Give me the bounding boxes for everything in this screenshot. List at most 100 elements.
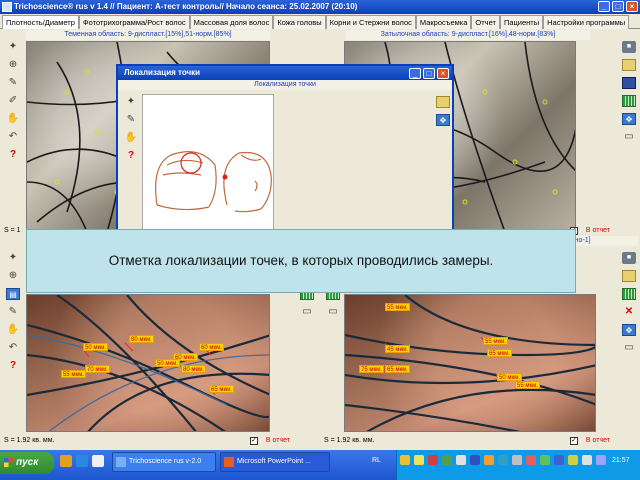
start-label: пуск — [16, 457, 39, 468]
hair-photo[interactable]: 80 мкм. 50 мкм. 60 мкм. 60 мкм. 50 мкм. … — [26, 294, 270, 432]
resize-icon[interactable]: ✥ — [436, 114, 450, 126]
folder-icon[interactable] — [622, 270, 636, 282]
tray-icon[interactable] — [484, 455, 494, 465]
crosshair-icon[interactable]: ⊕ — [6, 59, 20, 71]
hand-icon[interactable]: ✋ — [124, 132, 138, 144]
maximize-button[interactable]: □ — [612, 1, 624, 12]
disk-icon[interactable] — [622, 77, 636, 89]
tab-roots-shafts[interactable]: Корни и Стержни волос — [325, 15, 416, 29]
start-button[interactable]: пуск — [0, 452, 54, 474]
tab-phototrichogram[interactable]: Фототрихограмма/Рост волос — [78, 15, 190, 29]
tab-density-diameter[interactable]: Плотность/Диаметр — [2, 15, 79, 29]
measure-label: 65 мкм. — [209, 385, 234, 393]
tray-icon[interactable] — [512, 455, 522, 465]
quicklaunch-icon[interactable] — [76, 455, 88, 467]
close-button[interactable]: × — [626, 1, 638, 12]
tray-icon[interactable] — [498, 455, 508, 465]
resize-icon[interactable]: ✥ — [622, 113, 636, 125]
task-powerpoint[interactable]: Microsoft PowerPoint ... — [220, 452, 330, 472]
dialog-subtitle: Локализация точки — [118, 80, 452, 90]
windows-flag-icon — [4, 458, 13, 467]
report-checkbox[interactable]: ✓ — [250, 437, 258, 445]
hand-icon[interactable]: ✋ — [6, 324, 20, 336]
hand-icon[interactable]: ✋ — [6, 113, 20, 125]
quicklaunch-icon[interactable] — [60, 455, 72, 467]
measure-label: 45 мкм. — [385, 345, 410, 353]
measure-label: 80 мкм. — [129, 335, 154, 343]
tray-icon[interactable] — [526, 455, 536, 465]
caption-overlay: Отметка локализации точек, в которых про… — [26, 229, 576, 293]
screen-icon[interactable]: ▭ — [300, 306, 314, 318]
tab-macro[interactable]: Макросъемка — [415, 15, 472, 29]
folder-icon[interactable] — [436, 96, 450, 108]
dialog-maximize-button[interactable]: □ — [423, 68, 435, 79]
tray-icon[interactable] — [554, 455, 564, 465]
dialog-close-button[interactable]: × — [437, 68, 449, 79]
layers-icon[interactable]: ▤ — [6, 288, 20, 300]
wand-icon[interactable]: ✦ — [124, 96, 138, 108]
head-diagram[interactable] — [142, 94, 274, 232]
tab-hair-mass[interactable]: Массовая доля волос — [189, 15, 274, 29]
speaker-icon[interactable] — [582, 455, 592, 465]
undo-icon[interactable]: ↶ — [6, 342, 20, 354]
panel-header: Теменная область: 9-диспласт.[15%],51-но… — [26, 30, 270, 40]
pen-icon[interactable]: ✎ — [6, 306, 20, 318]
camera-icon[interactable]: ■ — [622, 252, 636, 264]
grid-icon[interactable] — [622, 95, 636, 107]
powerpoint-icon — [224, 457, 234, 467]
network-icon[interactable] — [596, 455, 606, 465]
tab-report[interactable]: Отчет — [471, 15, 500, 29]
camera-icon[interactable]: ■ — [622, 41, 636, 53]
tray-icon[interactable] — [400, 455, 410, 465]
panel-header: жно-1] — [570, 236, 638, 246]
grid-icon[interactable] — [622, 288, 636, 300]
screen-icon[interactable]: ▭ — [622, 342, 636, 354]
undo-icon[interactable]: ↶ — [6, 131, 20, 143]
area-readout: S = 1.92 кв. мм. — [324, 437, 375, 444]
report-label: В отчет — [585, 437, 610, 444]
tray-icon[interactable] — [428, 455, 438, 465]
question-icon[interactable]: ? — [124, 150, 138, 162]
tray-icon[interactable] — [442, 455, 452, 465]
screen-icon[interactable]: ▭ — [326, 306, 340, 318]
measure-label: 80 мкм. — [181, 365, 206, 373]
resize-icon[interactable]: ✥ — [622, 324, 636, 336]
measure-label: 60 мкм. — [199, 343, 224, 351]
measure-label: 55 мкм. — [61, 370, 86, 378]
screen-icon[interactable]: ▭ — [622, 131, 636, 143]
dialog-minimize-button[interactable]: _ — [409, 68, 421, 79]
language-indicator[interactable]: RL — [372, 457, 381, 464]
task-trichoscience[interactable]: Trichoscience rus v-2.0 — [112, 452, 216, 472]
tab-patients[interactable]: Пациенты — [499, 15, 544, 29]
measure-label: 70 мкм. — [85, 365, 110, 373]
hair-photo[interactable]: 55 мкм. 45 мкм. 55 мкм. 65 мкм. 75 мкм. … — [344, 294, 596, 432]
minimize-button[interactable]: _ — [598, 1, 610, 12]
measure-label: 55 мкм. — [385, 303, 410, 311]
report-checkbox[interactable]: ✓ — [570, 437, 578, 445]
pen-icon[interactable]: ✎ — [6, 77, 20, 89]
crosshair-icon[interactable]: ⊕ — [6, 270, 20, 282]
tray-icon[interactable] — [568, 455, 578, 465]
measure-label: 75 мкм. — [359, 365, 384, 373]
question-icon[interactable]: ? — [6, 149, 20, 161]
tray-icon[interactable] — [456, 455, 466, 465]
tab-strip: Плотность/Диаметр Фототрихограмма/Рост в… — [0, 14, 640, 29]
tab-scalp[interactable]: Кожа головы — [273, 15, 326, 29]
report-label: В отчет — [585, 227, 610, 234]
pen-alt-icon[interactable]: ✐ — [6, 95, 20, 107]
wand-icon[interactable]: ✦ — [6, 252, 20, 264]
app-icon — [2, 2, 12, 12]
tab-settings[interactable]: Настройки программы — [543, 15, 630, 29]
wand-icon[interactable]: ✦ — [6, 41, 20, 53]
report-label: В отчет — [265, 437, 290, 444]
quicklaunch-icon[interactable] — [92, 455, 104, 467]
pen-icon[interactable]: ✎ — [124, 114, 138, 126]
cross-icon[interactable]: ✕ — [622, 306, 636, 318]
task-label: Trichoscience rus v-2.0 — [129, 458, 202, 465]
question-icon[interactable]: ? — [6, 360, 20, 372]
measure-label: 50 мкм. — [83, 343, 108, 351]
tray-icon[interactable] — [540, 455, 550, 465]
tray-icon[interactable] — [414, 455, 424, 465]
tray-icon[interactable] — [470, 455, 480, 465]
folder-icon[interactable] — [622, 59, 636, 71]
